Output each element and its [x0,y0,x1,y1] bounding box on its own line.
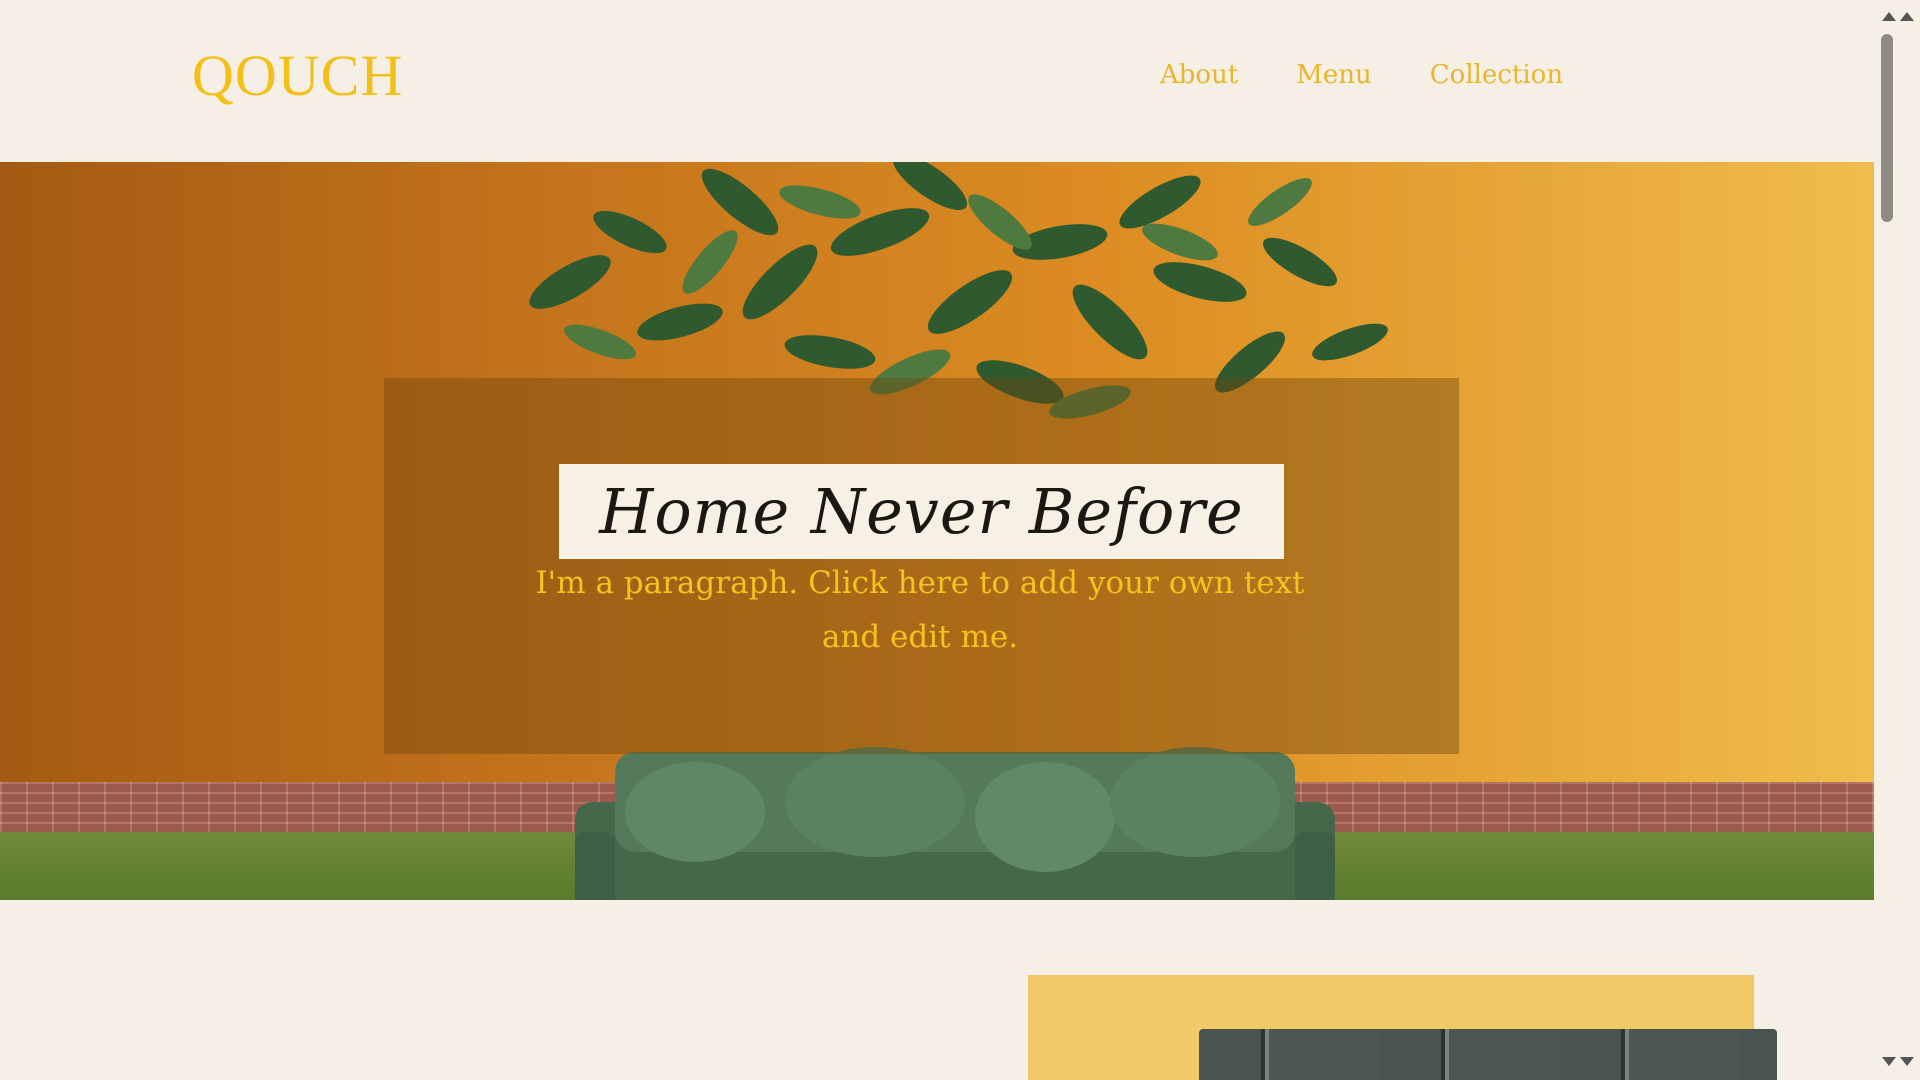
main-nav: About Menu Collection [1160,60,1563,90]
arrow-down-icon[interactable] [1882,1057,1896,1066]
nav-link-collection[interactable]: Collection [1430,60,1563,90]
arrow-up-icon[interactable] [1882,12,1896,21]
nav-link-about[interactable]: About [1160,60,1238,90]
scrollbar-thumb[interactable] [1881,34,1893,222]
site-header: QOUCH About Menu Collection [0,0,1874,162]
hero-paragraph[interactable]: I'm a paragraph. Click here to add your … [520,556,1320,664]
hero-title: Home Never Before [599,475,1244,548]
arrow-up-icon[interactable] [1900,12,1914,21]
page: QOUCH About Menu Collection Home Never B… [0,0,1874,1080]
feature-image [1199,1029,1777,1080]
page-scrollbar[interactable] [1874,0,1920,1080]
nav-link-menu[interactable]: Menu [1296,60,1372,90]
arrow-down-icon[interactable] [1900,1057,1914,1066]
hero-title-box: Home Never Before [559,464,1284,559]
site-logo[interactable]: QOUCH [192,42,403,109]
